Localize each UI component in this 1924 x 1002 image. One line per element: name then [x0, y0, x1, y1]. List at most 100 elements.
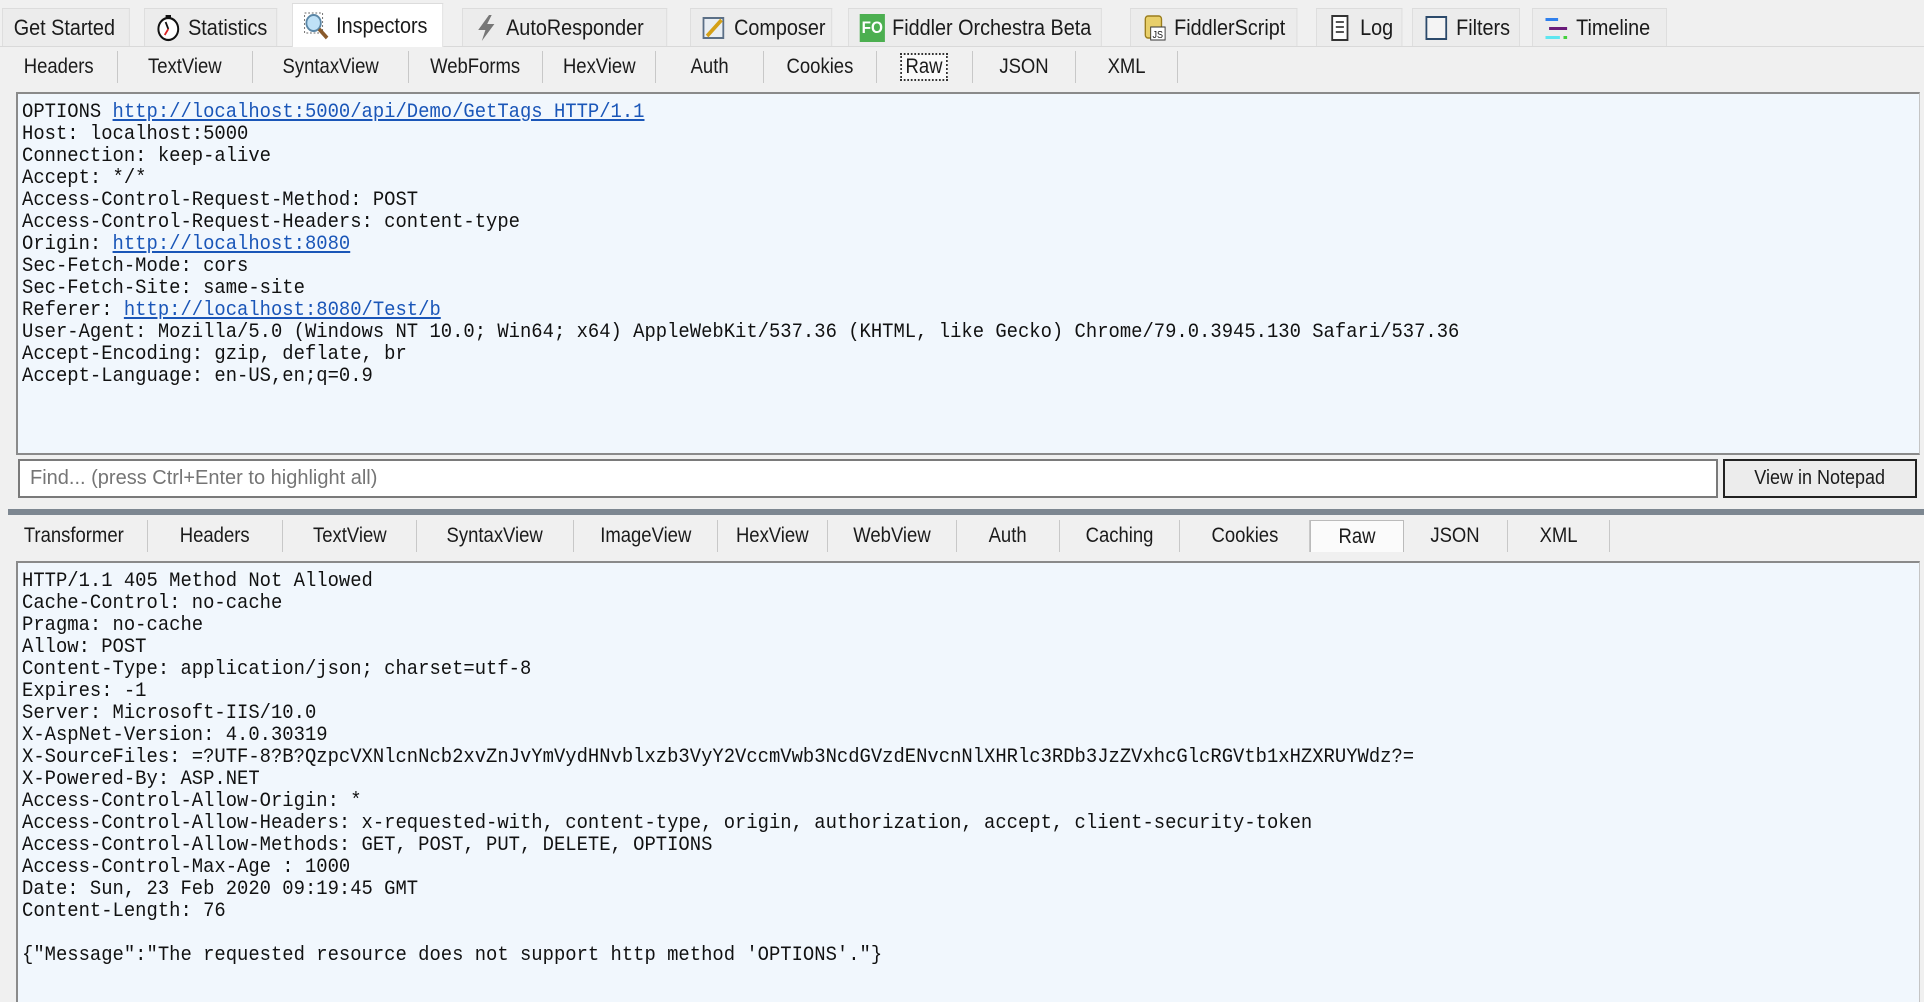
line-text: Date: Sun, 23 Feb 2020 09:19:45 GMT	[22, 878, 419, 901]
response-line: HTTP/1.1 405 Method Not Allowed	[22, 571, 1767, 593]
view-in-notepad-button[interactable]: View in Notepad	[1723, 459, 1917, 498]
response-tab-hexview[interactable]: HexView	[718, 520, 828, 552]
response-tab-transformer[interactable]: Transformer	[0, 520, 148, 552]
request-raw-view[interactable]: OPTIONS http://localhost:5000/api/Demo/G…	[16, 92, 1920, 455]
request-line: Host: localhost:5000	[22, 124, 1767, 146]
js-scroll-icon: JS	[1142, 14, 1167, 42]
url-link[interactable]: http://localhost:5000/api/Demo/GetTags H…	[113, 101, 645, 124]
response-line	[22, 923, 1767, 945]
find-input[interactable]	[18, 459, 1718, 498]
request-tab-hexview[interactable]: HexView	[543, 51, 656, 83]
tab-label: JSON	[999, 55, 1049, 78]
response-line: Access-Control-Allow-Headers: x-requeste…	[22, 813, 1767, 835]
line-text: Access-Control-Max-Age : 1000	[22, 856, 351, 879]
response-tab-cookies[interactable]: Cookies	[1180, 520, 1310, 552]
request-line: User-Agent: Mozilla/5.0 (Windows NT 10.0…	[22, 322, 1767, 344]
tab-label: Composer	[734, 14, 826, 40]
request-line: Origin: http://localhost:8080	[22, 234, 1767, 256]
line-text: Access-Control-Request-Headers: content-…	[22, 211, 520, 234]
request-tab-headers[interactable]: Headers	[0, 51, 118, 83]
line-text: Accept-Language: en-US,en;q=0.9	[22, 365, 373, 388]
line-text: Host: localhost:5000	[22, 123, 249, 146]
tab-label: Log	[1360, 14, 1394, 40]
tab-label: Timeline	[1576, 14, 1651, 40]
tab-get-started[interactable]: Get Started	[2, 8, 130, 46]
line-text: Sec-Fetch-Mode: cors	[22, 255, 249, 278]
line-text: Access-Control-Allow-Origin: *	[22, 790, 362, 813]
tab-label: Auth	[988, 524, 1028, 547]
line-text: {"Message":"The requested resource does …	[22, 944, 883, 967]
tab-fiddlerscript[interactable]: JS FiddlerScript	[1130, 8, 1298, 46]
tab-label: Raw	[1338, 524, 1376, 548]
request-tab-webforms[interactable]: WebForms	[409, 51, 543, 83]
request-tab-textview[interactable]: TextView	[118, 51, 253, 83]
request-line: Connection: keep-alive	[22, 146, 1767, 168]
tab-label: Cookies	[1211, 524, 1278, 547]
line-text: Allow: POST	[22, 636, 147, 659]
tab-label: Headers	[180, 524, 250, 547]
tab-label: FiddlerScript	[1174, 14, 1286, 40]
tab-timeline[interactable]: Timeline	[1532, 8, 1667, 46]
request-tab-xml[interactable]: XML	[1076, 51, 1178, 83]
response-tab-json[interactable]: JSON	[1404, 520, 1508, 552]
request-line: OPTIONS http://localhost:5000/api/Demo/G…	[22, 102, 1767, 124]
response-tab-auth[interactable]: Auth	[957, 520, 1060, 552]
tab-label: Caching	[1085, 524, 1154, 547]
line-text: Content-Type: application/json; charset=…	[22, 658, 532, 681]
tab-label: ImageView	[599, 524, 692, 547]
line-text: Accept: */*	[22, 167, 147, 190]
line-text: X-SourceFiles: =?UTF-8?B?QzpcVXNlcnNcb2x…	[22, 746, 1415, 769]
request-line: Sec-Fetch-Mode: cors	[22, 256, 1767, 278]
request-line: Access-Control-Request-Method: POST	[22, 190, 1767, 212]
request-tab-cookies[interactable]: Cookies	[764, 51, 877, 83]
magnifier-icon	[304, 12, 329, 40]
url-link[interactable]: http://localhost:8080/Test/b	[124, 299, 441, 322]
tab-autoresponder[interactable]: AutoResponder	[462, 8, 668, 46]
tab-label: SyntaxView	[282, 55, 379, 78]
tab-filters[interactable]: Filters	[1412, 8, 1520, 46]
tab-label: HexView	[562, 55, 636, 78]
document-icon	[1328, 14, 1353, 42]
pane-splitter[interactable]	[8, 509, 1924, 515]
response-tab-syntaxview[interactable]: SyntaxView	[417, 520, 574, 552]
line-text: Access-Control-Request-Method: POST	[22, 189, 419, 212]
tab-label: WebView	[853, 524, 931, 547]
line-text: Accept-Encoding: gzip, deflate, br	[22, 343, 407, 366]
response-tab-caching[interactable]: Caching	[1060, 520, 1180, 552]
request-tab-auth[interactable]: Auth	[656, 51, 764, 83]
request-tab-raw[interactable]: Raw	[877, 51, 973, 83]
request-line: Accept: */*	[22, 168, 1767, 190]
line-text: Connection: keep-alive	[22, 145, 272, 168]
response-line: Date: Sun, 23 Feb 2020 09:19:45 GMT	[22, 879, 1767, 901]
view-in-notepad-label: View in Notepad	[1754, 467, 1886, 489]
response-raw-view[interactable]: HTTP/1.1 405 Method Not Allowed Cache-Con…	[16, 561, 1920, 1002]
response-tab-headers[interactable]: Headers	[148, 520, 283, 552]
tab-label: Headers	[23, 55, 94, 78]
tab-inspectors[interactable]: Inspectors	[292, 3, 444, 47]
response-line: Expires: -1	[22, 681, 1767, 703]
fo-badge-icon: FO	[859, 13, 885, 42]
line-text: Server: Microsoft-IIS/10.0	[22, 702, 317, 725]
response-tab-xml[interactable]: XML	[1508, 520, 1610, 552]
response-line: Pragma: no-cache	[22, 615, 1767, 637]
line-text: X-Powered-By: ASP.NET	[22, 768, 260, 791]
tab-log[interactable]: Log	[1316, 8, 1403, 46]
request-tab-json[interactable]: JSON	[973, 51, 1076, 83]
response-tab-textview[interactable]: TextView	[283, 520, 417, 552]
response-tab-imageview[interactable]: ImageView	[574, 520, 718, 552]
response-tab-raw[interactable]: Raw	[1310, 520, 1404, 552]
response-line: Server: Microsoft-IIS/10.0	[22, 703, 1767, 725]
tab-label: Transformer	[23, 524, 124, 547]
response-line: X-AspNet-Version: 4.0.30319	[22, 725, 1767, 747]
tab-fiddler-orchestra[interactable]: FO Fiddler Orchestra Beta	[848, 8, 1102, 46]
tab-statistics[interactable]: Statistics	[144, 8, 278, 46]
request-tab-syntaxview[interactable]: SyntaxView	[253, 51, 409, 83]
line-text: HTTP/1.1 405 Method Not Allowed	[22, 570, 373, 593]
tab-label: JSON	[1430, 524, 1481, 547]
response-tab-webview[interactable]: WebView	[828, 520, 957, 552]
tab-label: Cookies	[786, 55, 854, 78]
stopwatch-icon	[156, 14, 181, 42]
line-text: OPTIONS	[22, 101, 113, 124]
url-link[interactable]: http://localhost:8080	[113, 233, 351, 256]
tab-composer[interactable]: Composer	[690, 8, 833, 46]
